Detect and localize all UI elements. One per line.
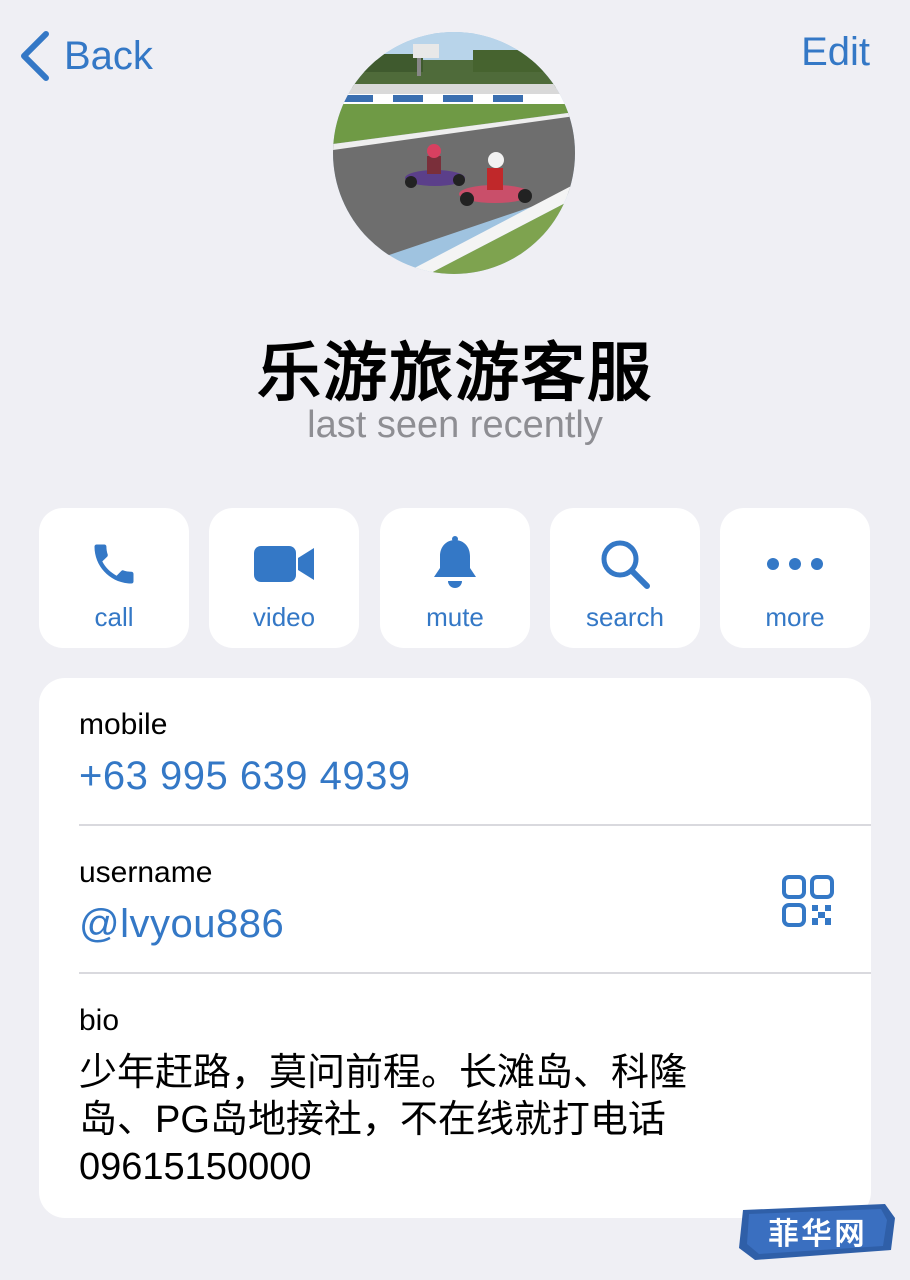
back-button[interactable]: Back [16, 26, 153, 86]
divider [79, 824, 871, 826]
call-label: call [94, 602, 134, 632]
mute-button[interactable]: mute [380, 508, 530, 648]
video-label: video [252, 602, 316, 632]
back-label: Back [64, 33, 153, 78]
search-button[interactable]: search [550, 508, 700, 648]
bell-icon [380, 534, 530, 594]
phone-icon [39, 534, 189, 594]
video-button[interactable]: video [209, 508, 359, 648]
search-label: search [585, 602, 665, 632]
chevron-left-icon [16, 26, 60, 86]
divider [79, 972, 871, 974]
edit-button[interactable]: Edit [801, 30, 870, 75]
username-value[interactable]: @lvyou886 [79, 902, 284, 947]
contact-name: 乐游旅游客服 [257, 337, 653, 409]
video-camera-icon [209, 534, 359, 594]
qr-code-icon[interactable] [781, 874, 835, 928]
avatar[interactable] [333, 32, 575, 274]
mobile-label: mobile [79, 708, 168, 741]
last-seen-status: last seen recently [307, 404, 603, 446]
watermark-logo: 菲华网 [735, 1200, 901, 1264]
mute-label: mute [426, 602, 484, 632]
bio-text: 少年赶路，莫问前程。长滩岛、科隆 岛、PG岛地接社，不在线就打电话 096151… [79, 1052, 688, 1188]
search-icon [550, 534, 700, 594]
mobile-number[interactable]: +63 995 639 4939 [79, 754, 411, 799]
call-button[interactable]: call [39, 508, 189, 648]
more-button[interactable]: more [720, 508, 870, 648]
username-label: username [79, 856, 213, 889]
more-label: more [765, 602, 825, 632]
more-dots-icon [720, 534, 870, 594]
svg-text:菲华网: 菲华网 [769, 1217, 868, 1252]
bio-label: bio [79, 1004, 120, 1037]
info-card: mobile +63 995 639 4939 username @lvyou8… [39, 678, 871, 1218]
